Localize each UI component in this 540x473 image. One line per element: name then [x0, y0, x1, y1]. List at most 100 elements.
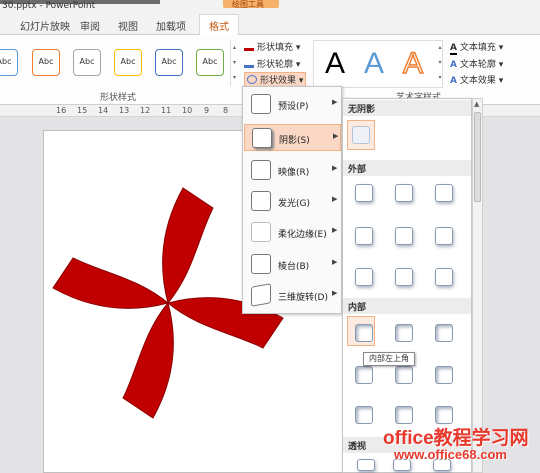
shape-effects-menu: 预设(P) ▶ 阴影(S) ▶ 映像(R) ▶ 发光(G) ▶ 柔化边缘(E) …: [242, 86, 342, 314]
shape-style-thumb[interactable]: Abc: [114, 49, 142, 76]
shape-style-thumb[interactable]: Abc: [32, 49, 60, 76]
wordart-gallery-scroll[interactable]: ▴ ▾ ▾: [436, 40, 444, 86]
ruler-tick: 9: [204, 106, 210, 115]
section-header-no-shadow: 无阴影: [343, 100, 471, 116]
text-effects-icon: A: [450, 76, 457, 86]
text-fill-button[interactable]: A 文本填充 ▾: [450, 40, 503, 55]
glow-icon: [251, 191, 271, 211]
submenu-arrow-icon: ▶: [332, 289, 338, 297]
menu-item-preset[interactable]: 预设(P) ▶: [244, 91, 341, 118]
ruler-tick: 14: [98, 106, 109, 115]
text-outline-label: 文本轮廓: [459, 60, 496, 70]
watermark-title: office教程学习网: [383, 428, 529, 449]
menu-item-label: 柔化边缘(E): [278, 230, 327, 240]
text-fill-label: 文本填充: [459, 43, 496, 53]
wordart-style-black[interactable]: A: [316, 45, 354, 83]
shadow-option-inner[interactable]: [395, 366, 413, 384]
ruler-tick: 11: [161, 106, 172, 115]
pinwheel-blade: [162, 187, 214, 305]
text-effects-label: 文本效果: [459, 76, 496, 86]
submenu-arrow-icon: ▶: [332, 226, 338, 234]
scroll-thumb[interactable]: [474, 112, 481, 202]
pinwheel-blade: [52, 257, 170, 309]
menu-item-label: 棱台(B): [278, 262, 310, 272]
wordart-gallery: A A A: [313, 40, 443, 88]
ruler-tick: 13: [119, 106, 130, 115]
tab-format[interactable]: 格式: [199, 14, 239, 36]
shape-style-thumb[interactable]: Abc: [196, 49, 224, 76]
shadow-option-none[interactable]: [352, 126, 370, 144]
menu-item-soft-edges[interactable]: 柔化边缘(E) ▶: [244, 219, 341, 246]
shape-effects-button[interactable]: 形状效果 ▾: [244, 72, 307, 87]
gallery-scroll[interactable]: ▴ ▾ ▾: [230, 40, 238, 86]
menu-item-reflection[interactable]: 映像(R) ▶: [244, 157, 341, 184]
bevel-icon: [251, 254, 271, 274]
submenu-arrow-icon: ▶: [332, 98, 338, 106]
shadow-option-inner[interactable]: [435, 366, 453, 384]
menu-item-label: 映像(R): [278, 168, 310, 178]
shadow-option-perspective[interactable]: [357, 459, 375, 471]
menu-item-3d-rotation[interactable]: 三维旋转(D) ▶: [244, 282, 341, 309]
menu-item-bevel[interactable]: 棱台(B) ▶: [244, 251, 341, 278]
window-title: 30.pptx - PowerPoint: [2, 1, 96, 11]
menu-item-glow[interactable]: 发光(G) ▶: [244, 188, 341, 215]
shadow-option-outer[interactable]: [395, 268, 413, 286]
tab-view[interactable]: 视图: [118, 18, 138, 33]
shape-style-thumb[interactable]: Abc: [155, 49, 183, 76]
tab-review[interactable]: 审阅: [80, 18, 100, 33]
menu-item-label: 阴影(S): [279, 136, 310, 146]
shape-outline-label: 形状轮廓: [257, 60, 294, 70]
shadow-option-outer[interactable]: [435, 184, 453, 202]
reflection-icon: [251, 160, 271, 180]
submenu-arrow-icon: ▶: [332, 164, 338, 172]
ruler-tick: 15: [77, 106, 88, 115]
shape-styles-group-label: 形状样式: [100, 93, 137, 103]
shape-style-thumb[interactable]: Abc: [73, 49, 101, 76]
tab-slideshow[interactable]: 幻灯片放映: [20, 18, 70, 33]
shadow-option-outer[interactable]: [395, 184, 413, 202]
shadow-option-outer[interactable]: [355, 184, 373, 202]
section-header-inner: 内部: [343, 298, 471, 314]
pencil-icon: [244, 59, 254, 68]
shape-fill-button[interactable]: 形状填充 ▾: [244, 40, 300, 53]
text-outline-button[interactable]: A 文本轮廓 ▾: [450, 57, 503, 70]
shadow-option-outer[interactable]: [355, 227, 373, 245]
paint-bucket-icon: [244, 42, 254, 51]
wordart-style-blue[interactable]: A: [355, 45, 393, 83]
ribbon-tabs: 幻灯片放映 审阅 视图 加载项: [0, 14, 540, 35]
tab-addins[interactable]: 加载项: [156, 18, 186, 33]
text-effects-button[interactable]: A 文本效果 ▾: [450, 73, 503, 86]
shape-style-thumb[interactable]: Abc: [0, 49, 18, 76]
scroll-up-icon[interactable]: ▲: [474, 100, 479, 108]
soft-edges-icon: [251, 222, 271, 242]
shadow-icon: [252, 128, 272, 148]
shadow-option-inner[interactable]: [435, 406, 453, 424]
shadow-option-inner[interactable]: [435, 324, 453, 342]
shadow-option-outer[interactable]: [435, 227, 453, 245]
text-outline-icon: A: [450, 60, 457, 70]
shadow-option-inner[interactable]: [395, 406, 413, 424]
menu-item-shadow[interactable]: 阴影(S) ▶: [244, 124, 341, 151]
menu-item-label: 三维旋转(D): [278, 293, 328, 303]
shape-effects-icon: [247, 75, 257, 84]
ruler-tick: 16: [56, 106, 67, 115]
shadow-option-inner[interactable]: [395, 324, 413, 342]
text-fill-icon: A: [450, 43, 457, 55]
submenu-arrow-icon: ▶: [332, 195, 338, 203]
shadow-option-outer[interactable]: [435, 268, 453, 286]
wordart-style-orange-outline[interactable]: A: [394, 45, 432, 83]
pinwheel-blade: [122, 301, 174, 419]
tooltip: 内部左上角: [363, 352, 415, 366]
ruler-tick: 12: [140, 106, 151, 115]
preset-icon: [251, 94, 271, 114]
shadow-option-inner-top-left[interactable]: [355, 324, 373, 342]
3d-rotation-icon: [251, 283, 271, 307]
shadow-option-outer[interactable]: [395, 227, 413, 245]
submenu-arrow-icon: ▶: [333, 132, 339, 140]
shape-fill-label: 形状填充: [257, 43, 294, 53]
shadow-option-inner[interactable]: [355, 406, 373, 424]
shadow-option-outer[interactable]: [355, 268, 373, 286]
watermark-url: www.office68.com: [394, 447, 507, 462]
shadow-option-inner[interactable]: [355, 366, 373, 384]
shape-outline-button[interactable]: 形状轮廓 ▾: [244, 57, 300, 70]
